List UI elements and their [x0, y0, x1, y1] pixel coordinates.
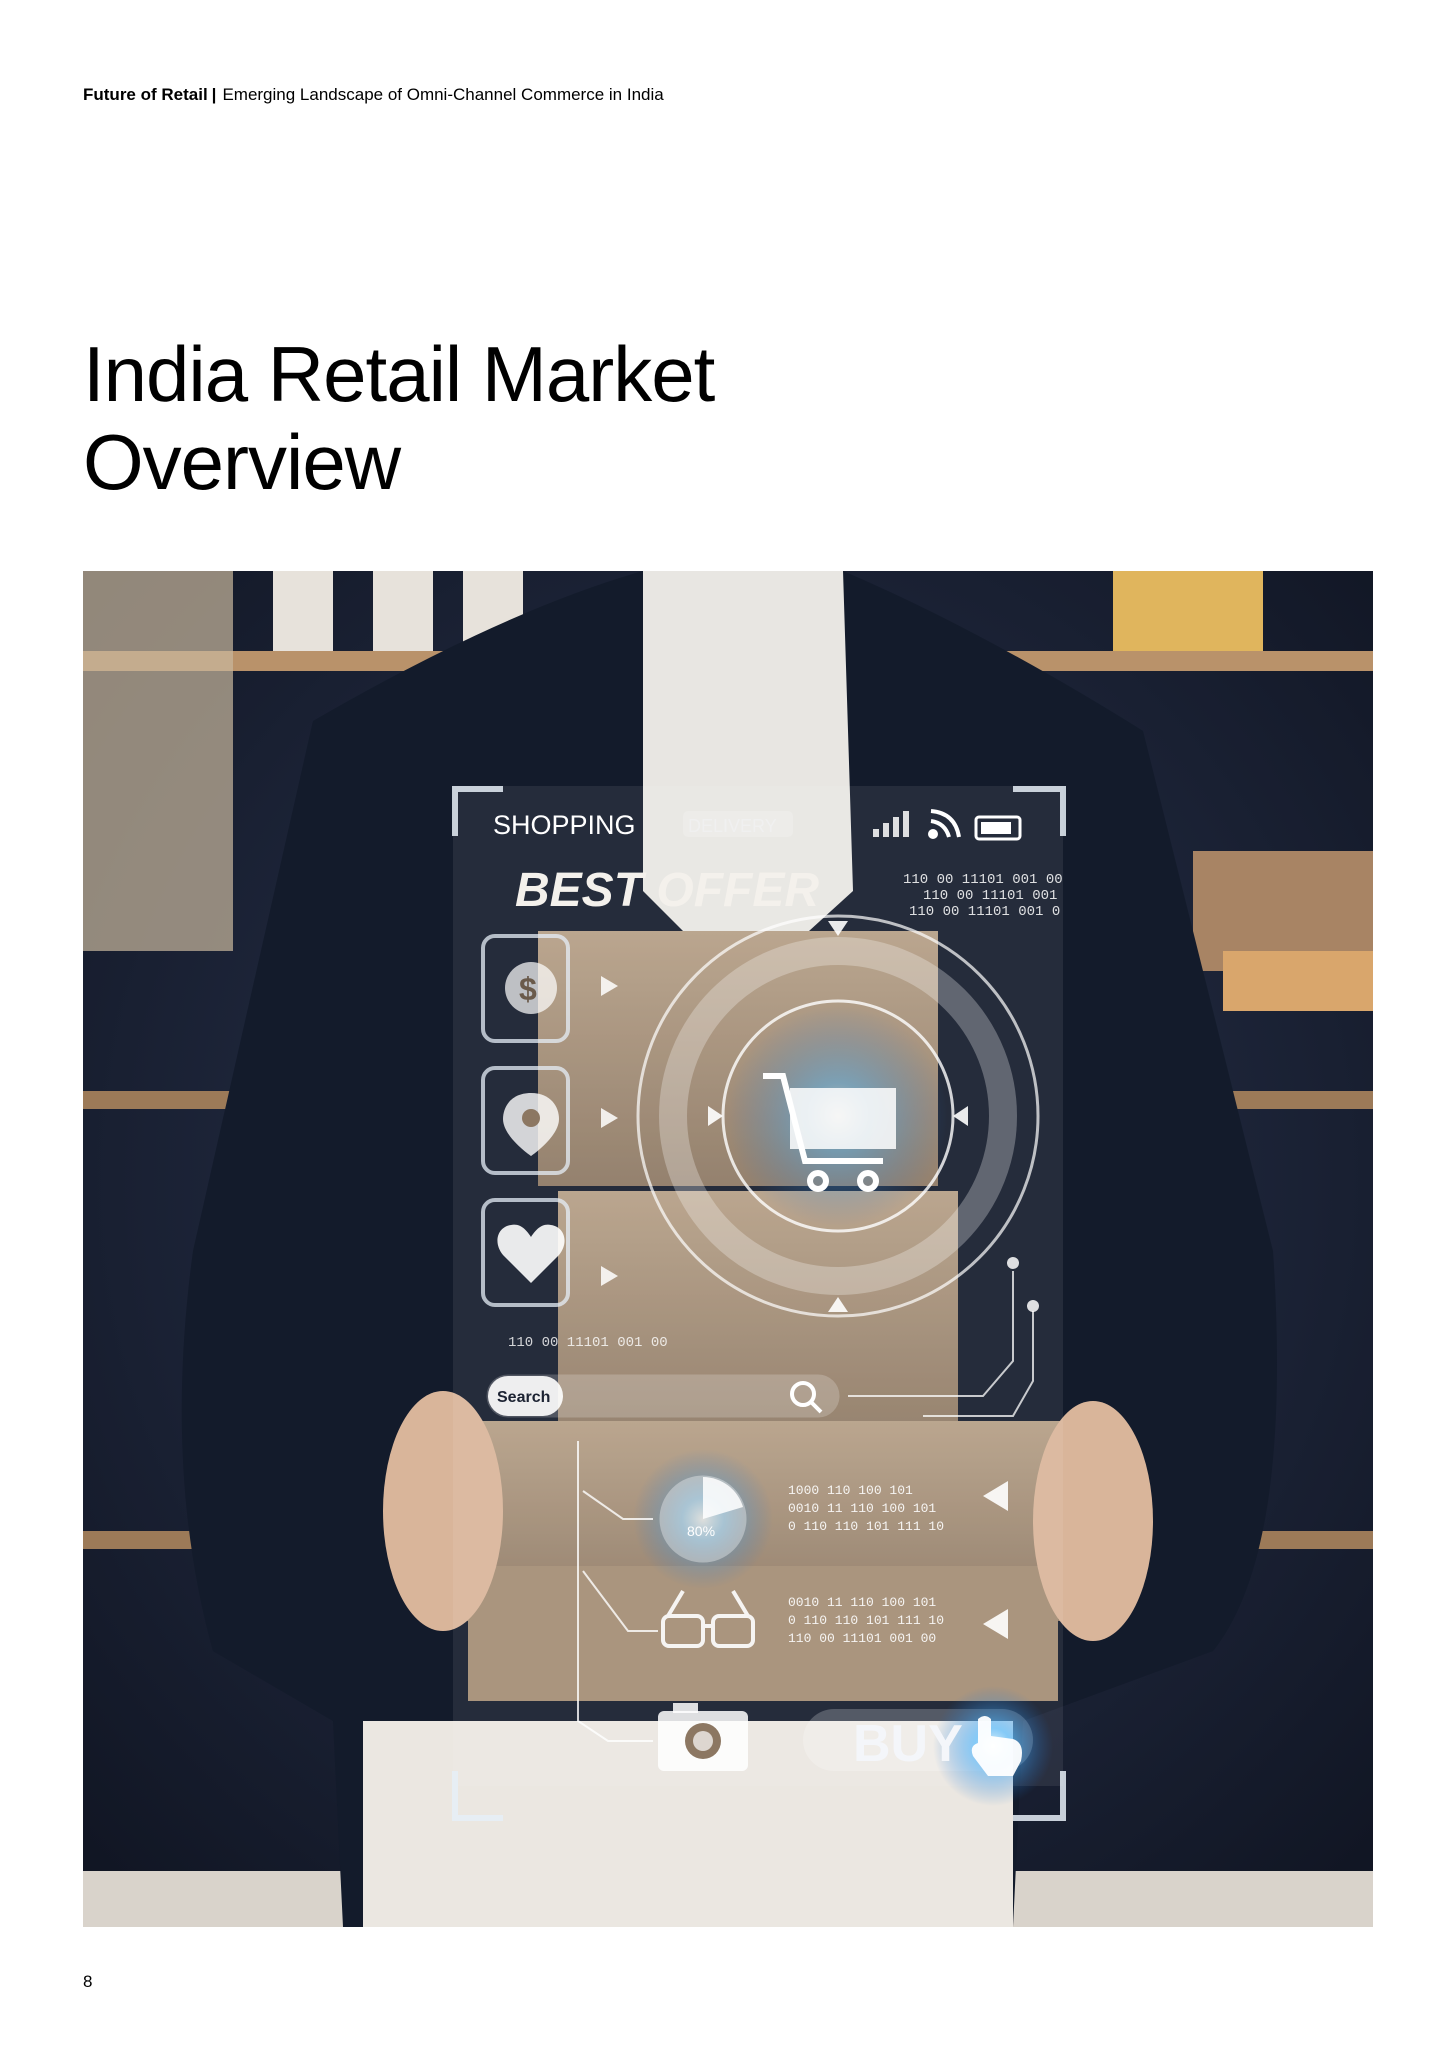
header-brand: Future of Retail: [83, 85, 208, 104]
page-title-line-1: India Retail Market: [83, 330, 715, 418]
hud-binary-box2-2: 0 110 110 101 111 10: [788, 1613, 944, 1628]
hero-photo: SHOPPING DELIVERY BEST OFFER 110 00 1110…: [83, 571, 1373, 1927]
hud-search-label: Search: [497, 1389, 550, 1406]
hud-delivery-label: DELIVERY: [688, 816, 777, 836]
hud-best-offer: BEST OFFER: [515, 864, 819, 917]
hud-binary-top-1: 110 00 11101 001 00: [903, 872, 1063, 888]
hud-binary-box1-3: 0 110 110 101 111 10: [788, 1519, 944, 1534]
hud-binary-box2-1: 0010 11 110 100 101: [788, 1595, 936, 1610]
page-title-line-2: Overview: [83, 418, 401, 506]
hud-buy-button: BUY: [853, 1715, 963, 1773]
header-subtitle: Emerging Landscape of Omni-Channel Comme…: [222, 85, 664, 104]
dollar-icon: $: [505, 962, 557, 1014]
hud-binary-box2-3: 110 00 11101 001 00: [788, 1631, 936, 1646]
camera-icon: [658, 1703, 748, 1771]
hud-binary-top-2: 110 00 11101 001: [923, 888, 1057, 904]
running-header: Future of Retail | Emerging Landscape of O…: [83, 84, 664, 106]
page-number: 8: [83, 1972, 93, 1991]
hero-photo-illustration: SHOPPING DELIVERY BEST OFFER 110 00 1110…: [83, 571, 1373, 1927]
page-title: India Retail Market Overview: [83, 330, 715, 506]
hud-binary-box1-2: 0010 11 110 100 101: [788, 1501, 936, 1516]
hud-percent: 80%: [687, 1523, 715, 1539]
svg-text:$: $: [519, 971, 537, 1007]
pie-chart-icon: [659, 1475, 747, 1563]
header-separator: |: [211, 85, 217, 104]
hud-shopping-label: SHOPPING: [493, 810, 636, 840]
hud-binary-top-3: 110 00 11101 001 0: [909, 904, 1060, 920]
hud-binary-mid: 110 00 11101 001 00: [508, 1335, 668, 1351]
hud-binary-box1-1: 1000 110 100 101: [788, 1483, 913, 1498]
